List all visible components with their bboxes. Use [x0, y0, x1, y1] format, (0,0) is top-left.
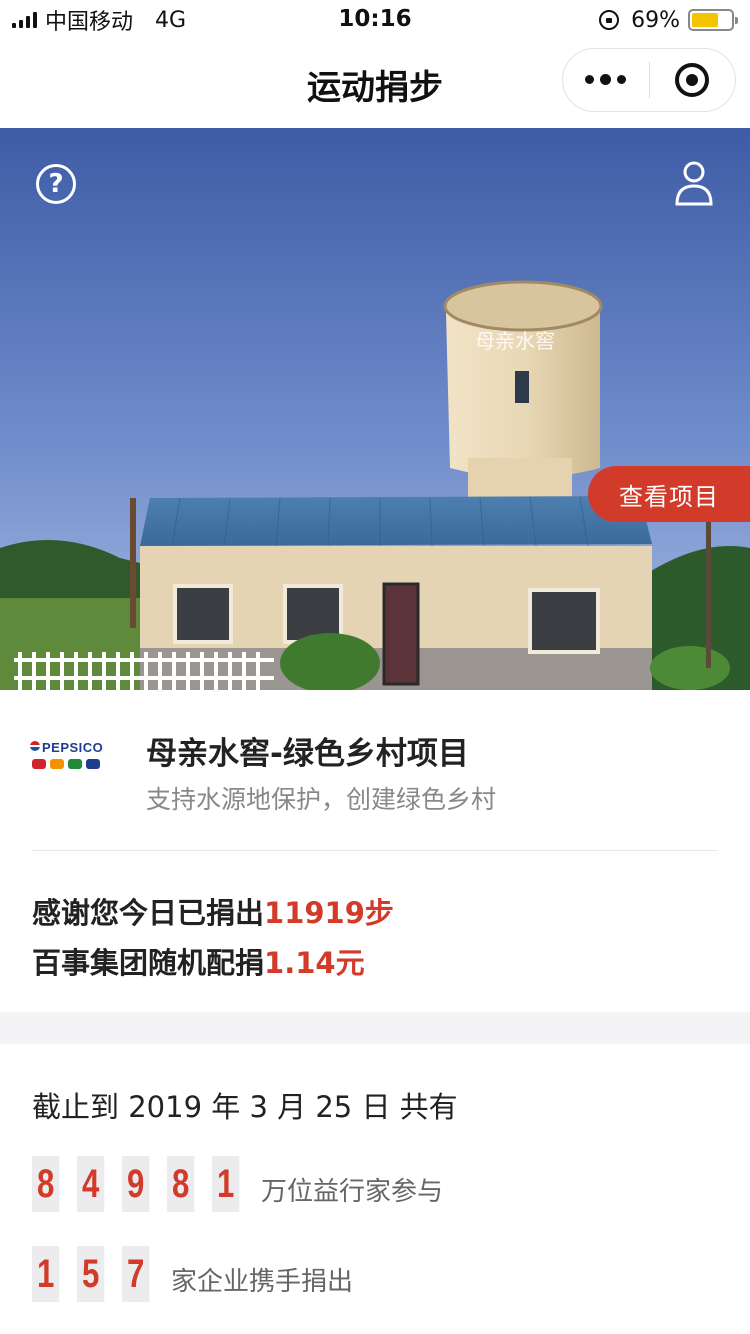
companies-digit: 1 [32, 1246, 60, 1302]
close-target-icon [675, 63, 710, 97]
participants-label: 万位益行家参与 [261, 1177, 444, 1207]
hero-image: 母亲水窖 ? 查看项目 [0, 128, 750, 690]
user-icon[interactable] [674, 160, 714, 206]
brand-marks [30, 759, 114, 769]
participants-digit: 4 [77, 1156, 105, 1212]
project-subtitle: 支持水源地保护，创建绿色乡村 [146, 785, 497, 814]
participants-row: 8 4 9 8 1 万位益行家参与 [32, 1156, 443, 1212]
companies-digit: 5 [77, 1246, 105, 1302]
companies-digit: 7 [122, 1246, 150, 1302]
mini-program-capsule [562, 48, 736, 112]
sponsor-logo-text: PEPSICO [30, 740, 114, 755]
stats-section: 截止到 2019 年 3 月 25 日 共有 8 4 9 8 1 万位益行家参与… [0, 1044, 750, 1334]
battery-icon [688, 9, 738, 31]
participants-digit: 8 [32, 1156, 60, 1212]
nav-bar: 运动捐步 [0, 40, 750, 128]
status-bar: 中国移动 4G 10:16 69% [0, 0, 750, 40]
match-prefix: 百事集团随机配捐 [32, 946, 265, 980]
project-title: 母亲水窖-绿色乡村项目 [146, 736, 469, 772]
more-dots-icon[interactable] [563, 74, 649, 85]
donated-steps-value: 11919步 [264, 896, 394, 930]
orientation-lock-icon [599, 10, 620, 30]
participants-digit: 9 [122, 1156, 150, 1212]
question-circle-icon[interactable]: ? [36, 164, 76, 204]
project-card: PEPSICO 母亲水窖-绿色乡村项目 支持水源地保护，创建绿色乡村 感谢您今日… [0, 690, 750, 1012]
view-project-button[interactable]: 查看项目 [588, 466, 750, 522]
participants-digit: 1 [212, 1156, 240, 1212]
companies-label: 家企业携手捐出 [171, 1267, 354, 1297]
as-of-date: 截止到 2019 年 3 月 25 日 共有 [32, 1090, 458, 1124]
participants-digit: 8 [167, 1156, 195, 1212]
divider [32, 850, 718, 851]
status-right: 69% [599, 6, 738, 34]
donated-steps-line: 感谢您今日已捐出11919步 [32, 890, 394, 932]
match-amount-line: 百事集团随机配捐1.14元 [32, 940, 365, 982]
match-amount-value: 1.14元 [264, 946, 365, 980]
pepsico-logo: PEPSICO [30, 740, 114, 790]
donated-prefix: 感谢您今日已捐出 [32, 896, 265, 930]
tower-sign-text: 母亲水窖 [475, 329, 555, 353]
close-button[interactable] [650, 63, 736, 97]
water-tower-photo: 母亲水窖 [0, 128, 750, 690]
battery-percent: 69% [631, 7, 680, 33]
companies-row: 1 5 7 家企业携手捐出 [32, 1246, 353, 1302]
